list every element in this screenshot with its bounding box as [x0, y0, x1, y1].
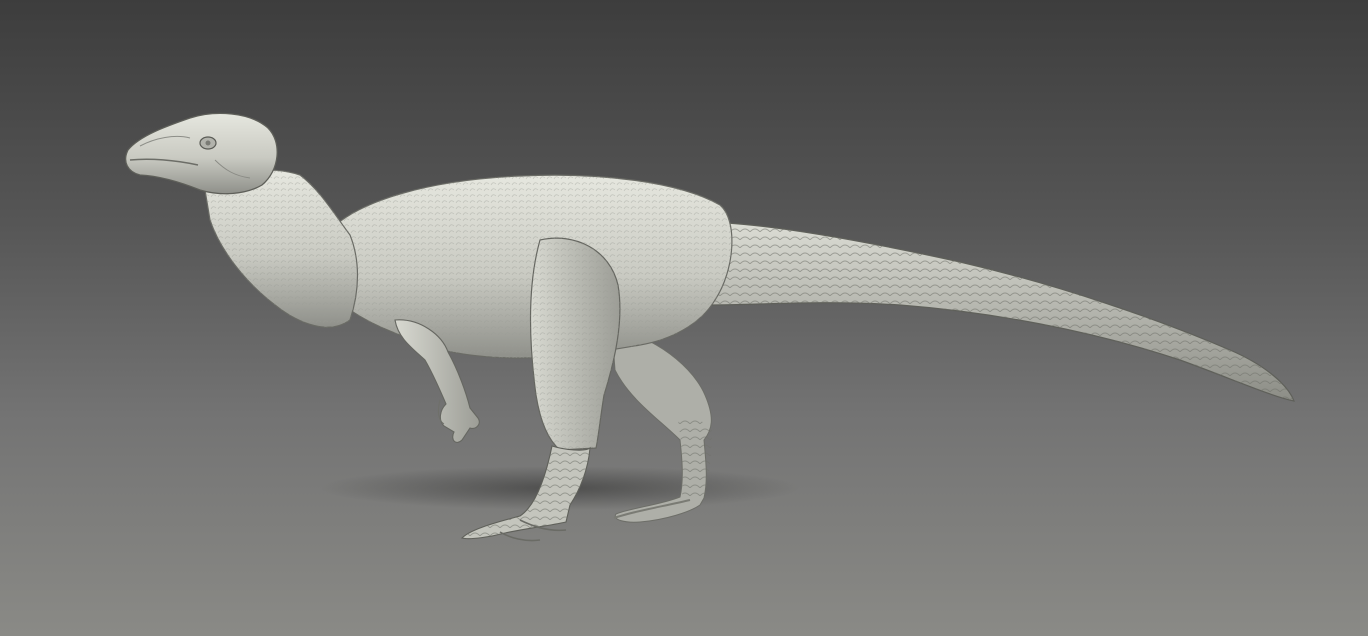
- dinosaur-render: [125, 112, 1295, 542]
- tail: [699, 221, 1295, 402]
- torso: [317, 174, 733, 359]
- render-viewport: [0, 0, 1368, 636]
- head: [125, 112, 278, 195]
